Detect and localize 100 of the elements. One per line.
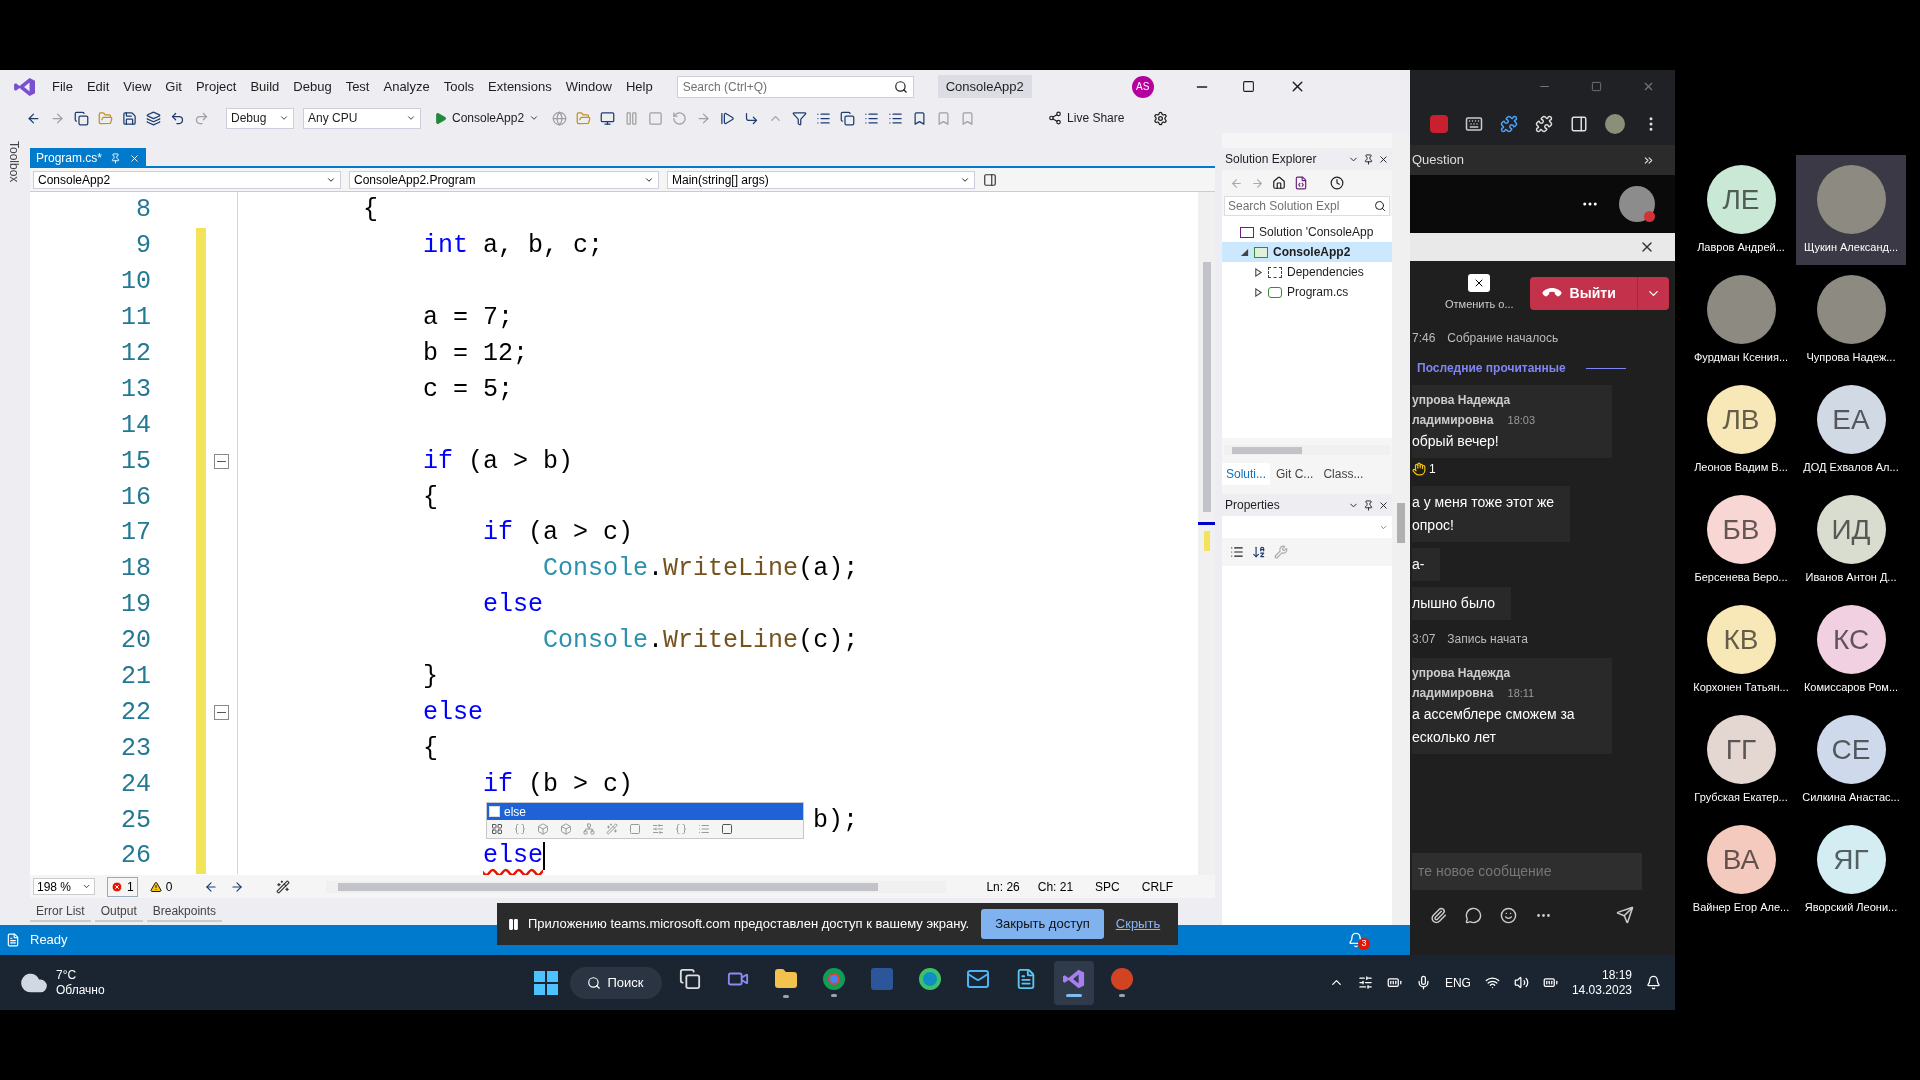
horizontal-scrollbar[interactable] — [1224, 445, 1390, 455]
account-avatar[interactable]: AS — [1131, 75, 1154, 98]
search-button[interactable]: Поиск — [569, 966, 662, 999]
collapsed-arrow-icon[interactable] — [1254, 287, 1263, 297]
menu-item[interactable]: View — [117, 74, 158, 99]
caret-icon[interactable] — [406, 113, 416, 123]
notification-icon[interactable] — [1348, 932, 1364, 948]
tree-item[interactable]: Solution 'ConsoleApp — [1222, 222, 1392, 242]
feedback-icon[interactable] — [1153, 110, 1169, 126]
emoji-icon[interactable] — [1500, 906, 1517, 924]
stop-sharing-button[interactable]: Закрыть доступ — [981, 909, 1104, 939]
undo-icon[interactable] — [170, 110, 185, 126]
vertical-scrollbar[interactable] — [1198, 192, 1215, 875]
bookmark-icon[interactable] — [912, 110, 928, 126]
volume-icon[interactable] — [1513, 975, 1529, 990]
navigation-dropdown[interactable]: ConsoleApp2.Program — [349, 170, 659, 189]
loop-icon[interactable] — [1465, 906, 1482, 924]
previous-icon[interactable] — [204, 879, 219, 894]
expanded-arrow-icon[interactable] — [1240, 247, 1249, 257]
participant-avatar[interactable]: ЛЕ — [1706, 165, 1776, 234]
tray-icon[interactable] — [1386, 975, 1402, 990]
filter-icon[interactable] — [721, 823, 733, 835]
extension-icon[interactable] — [1500, 114, 1518, 133]
attach-icon[interactable] — [1430, 906, 1447, 924]
configuration-dropdown[interactable]: Debug — [226, 107, 294, 129]
pin-icon[interactable] — [110, 152, 122, 164]
toolbox-label[interactable]: Toolbox — [5, 141, 23, 191]
search-field[interactable]: Search (Ctrl+Q) — [676, 75, 914, 98]
participant-avatar[interactable]: КВ — [1706, 605, 1776, 674]
collapsed-arrow-icon[interactable] — [1254, 267, 1263, 277]
filter-icon[interactable] — [491, 823, 503, 835]
extensions-icon[interactable] — [1535, 114, 1553, 133]
participant-avatar[interactable]: ВА — [1706, 825, 1776, 894]
menu-item[interactable]: Project — [189, 74, 243, 99]
search-field[interactable]: Search Solution Expl — [1224, 196, 1390, 216]
language-indicator[interactable]: ENG — [1444, 973, 1471, 992]
panel-tab[interactable]: Git C... — [1272, 463, 1318, 485]
menu-item[interactable]: Analyze — [377, 74, 436, 99]
tool-window-tab[interactable]: Output — [94, 901, 143, 922]
send-icon[interactable] — [1616, 906, 1634, 924]
participant-avatar[interactable]: БВ — [1706, 495, 1776, 564]
completion-item[interactable]: else — [487, 803, 803, 820]
hide-link[interactable]: Скрыть — [1115, 914, 1161, 934]
document-tab[interactable]: Program.cs* — [30, 148, 147, 168]
step-icon[interactable] — [720, 110, 736, 126]
search-icon[interactable] — [1374, 200, 1386, 212]
navigation-dropdown[interactable]: ConsoleApp2 — [33, 170, 341, 189]
panel-tab[interactable]: Class... — [1319, 463, 1368, 485]
cleanup-icon[interactable] — [276, 879, 291, 894]
platform-dropdown[interactable]: Any CPU — [303, 107, 421, 129]
side-panel-icon[interactable] — [1570, 114, 1588, 133]
history-icon[interactable] — [1330, 176, 1344, 190]
menu-item[interactable]: Test — [339, 74, 376, 99]
participant-avatar[interactable]: КС — [1816, 605, 1886, 674]
pin-icon[interactable] — [1363, 499, 1374, 511]
tab-title[interactable]: Question — [1410, 150, 1465, 170]
pause-icon[interactable] — [507, 917, 520, 931]
menu-item[interactable]: Help — [619, 74, 659, 99]
close-icon[interactable] — [1378, 153, 1389, 165]
menu-item[interactable]: Git — [159, 74, 188, 99]
menu-item[interactable]: Extensions — [482, 74, 558, 99]
home-icon[interactable] — [1272, 176, 1286, 190]
search-icon[interactable] — [587, 975, 602, 990]
list-icon[interactable] — [816, 110, 832, 126]
back-icon[interactable] — [26, 110, 41, 126]
tree-item-label[interactable]: Program.cs — [1287, 283, 1349, 301]
tree-item[interactable]: Program.cs — [1222, 282, 1392, 302]
wifi-icon[interactable] — [1484, 975, 1500, 990]
avatar-photo[interactable] — [1619, 186, 1655, 222]
participant-avatar[interactable]: ЯГ — [1816, 825, 1886, 894]
battery-icon[interactable] — [1542, 975, 1558, 990]
step-over-icon[interactable] — [744, 110, 760, 126]
tree-item-label[interactable]: Dependencies — [1287, 263, 1364, 281]
filter-icon[interactable] — [792, 110, 808, 126]
indent-icon[interactable] — [864, 110, 880, 126]
menu-item[interactable]: File — [46, 74, 79, 99]
clock-time[interactable]: 18:19 — [1601, 967, 1632, 983]
leave-button[interactable]: Выйти — [1529, 276, 1669, 310]
clock-date[interactable]: 14.03.2023 — [1571, 982, 1632, 998]
tool-window-tab[interactable]: Breakpoints — [146, 901, 223, 922]
save-all-icon[interactable] — [146, 110, 161, 126]
copy-icon[interactable] — [840, 110, 856, 126]
maximize-icon[interactable] — [1241, 80, 1255, 93]
participant-avatar[interactable]: ГГ — [1706, 715, 1776, 784]
tool-window-tab[interactable]: Error List — [30, 901, 91, 922]
caret-icon[interactable] — [529, 113, 540, 123]
warning-icon[interactable] — [149, 880, 162, 893]
error-count[interactable]: 1 — [107, 876, 138, 897]
categorized-icon[interactable] — [1230, 545, 1244, 559]
extension-icon[interactable] — [1465, 114, 1483, 133]
menu-item[interactable]: Window — [559, 74, 618, 99]
studio-app-icon[interactable] — [1053, 960, 1094, 1005]
play-icon[interactable] — [434, 111, 447, 125]
search-icon[interactable] — [893, 79, 908, 94]
tree-item-label[interactable]: ConsoleApp2 — [1273, 243, 1351, 261]
caret-icon[interactable] — [279, 113, 289, 123]
horizontal-scrollbar[interactable] — [326, 880, 947, 893]
sort-icon[interactable] — [1252, 545, 1266, 559]
microphone-icon[interactable] — [1415, 975, 1431, 990]
participant-avatar[interactable]: ИД — [1816, 495, 1886, 564]
